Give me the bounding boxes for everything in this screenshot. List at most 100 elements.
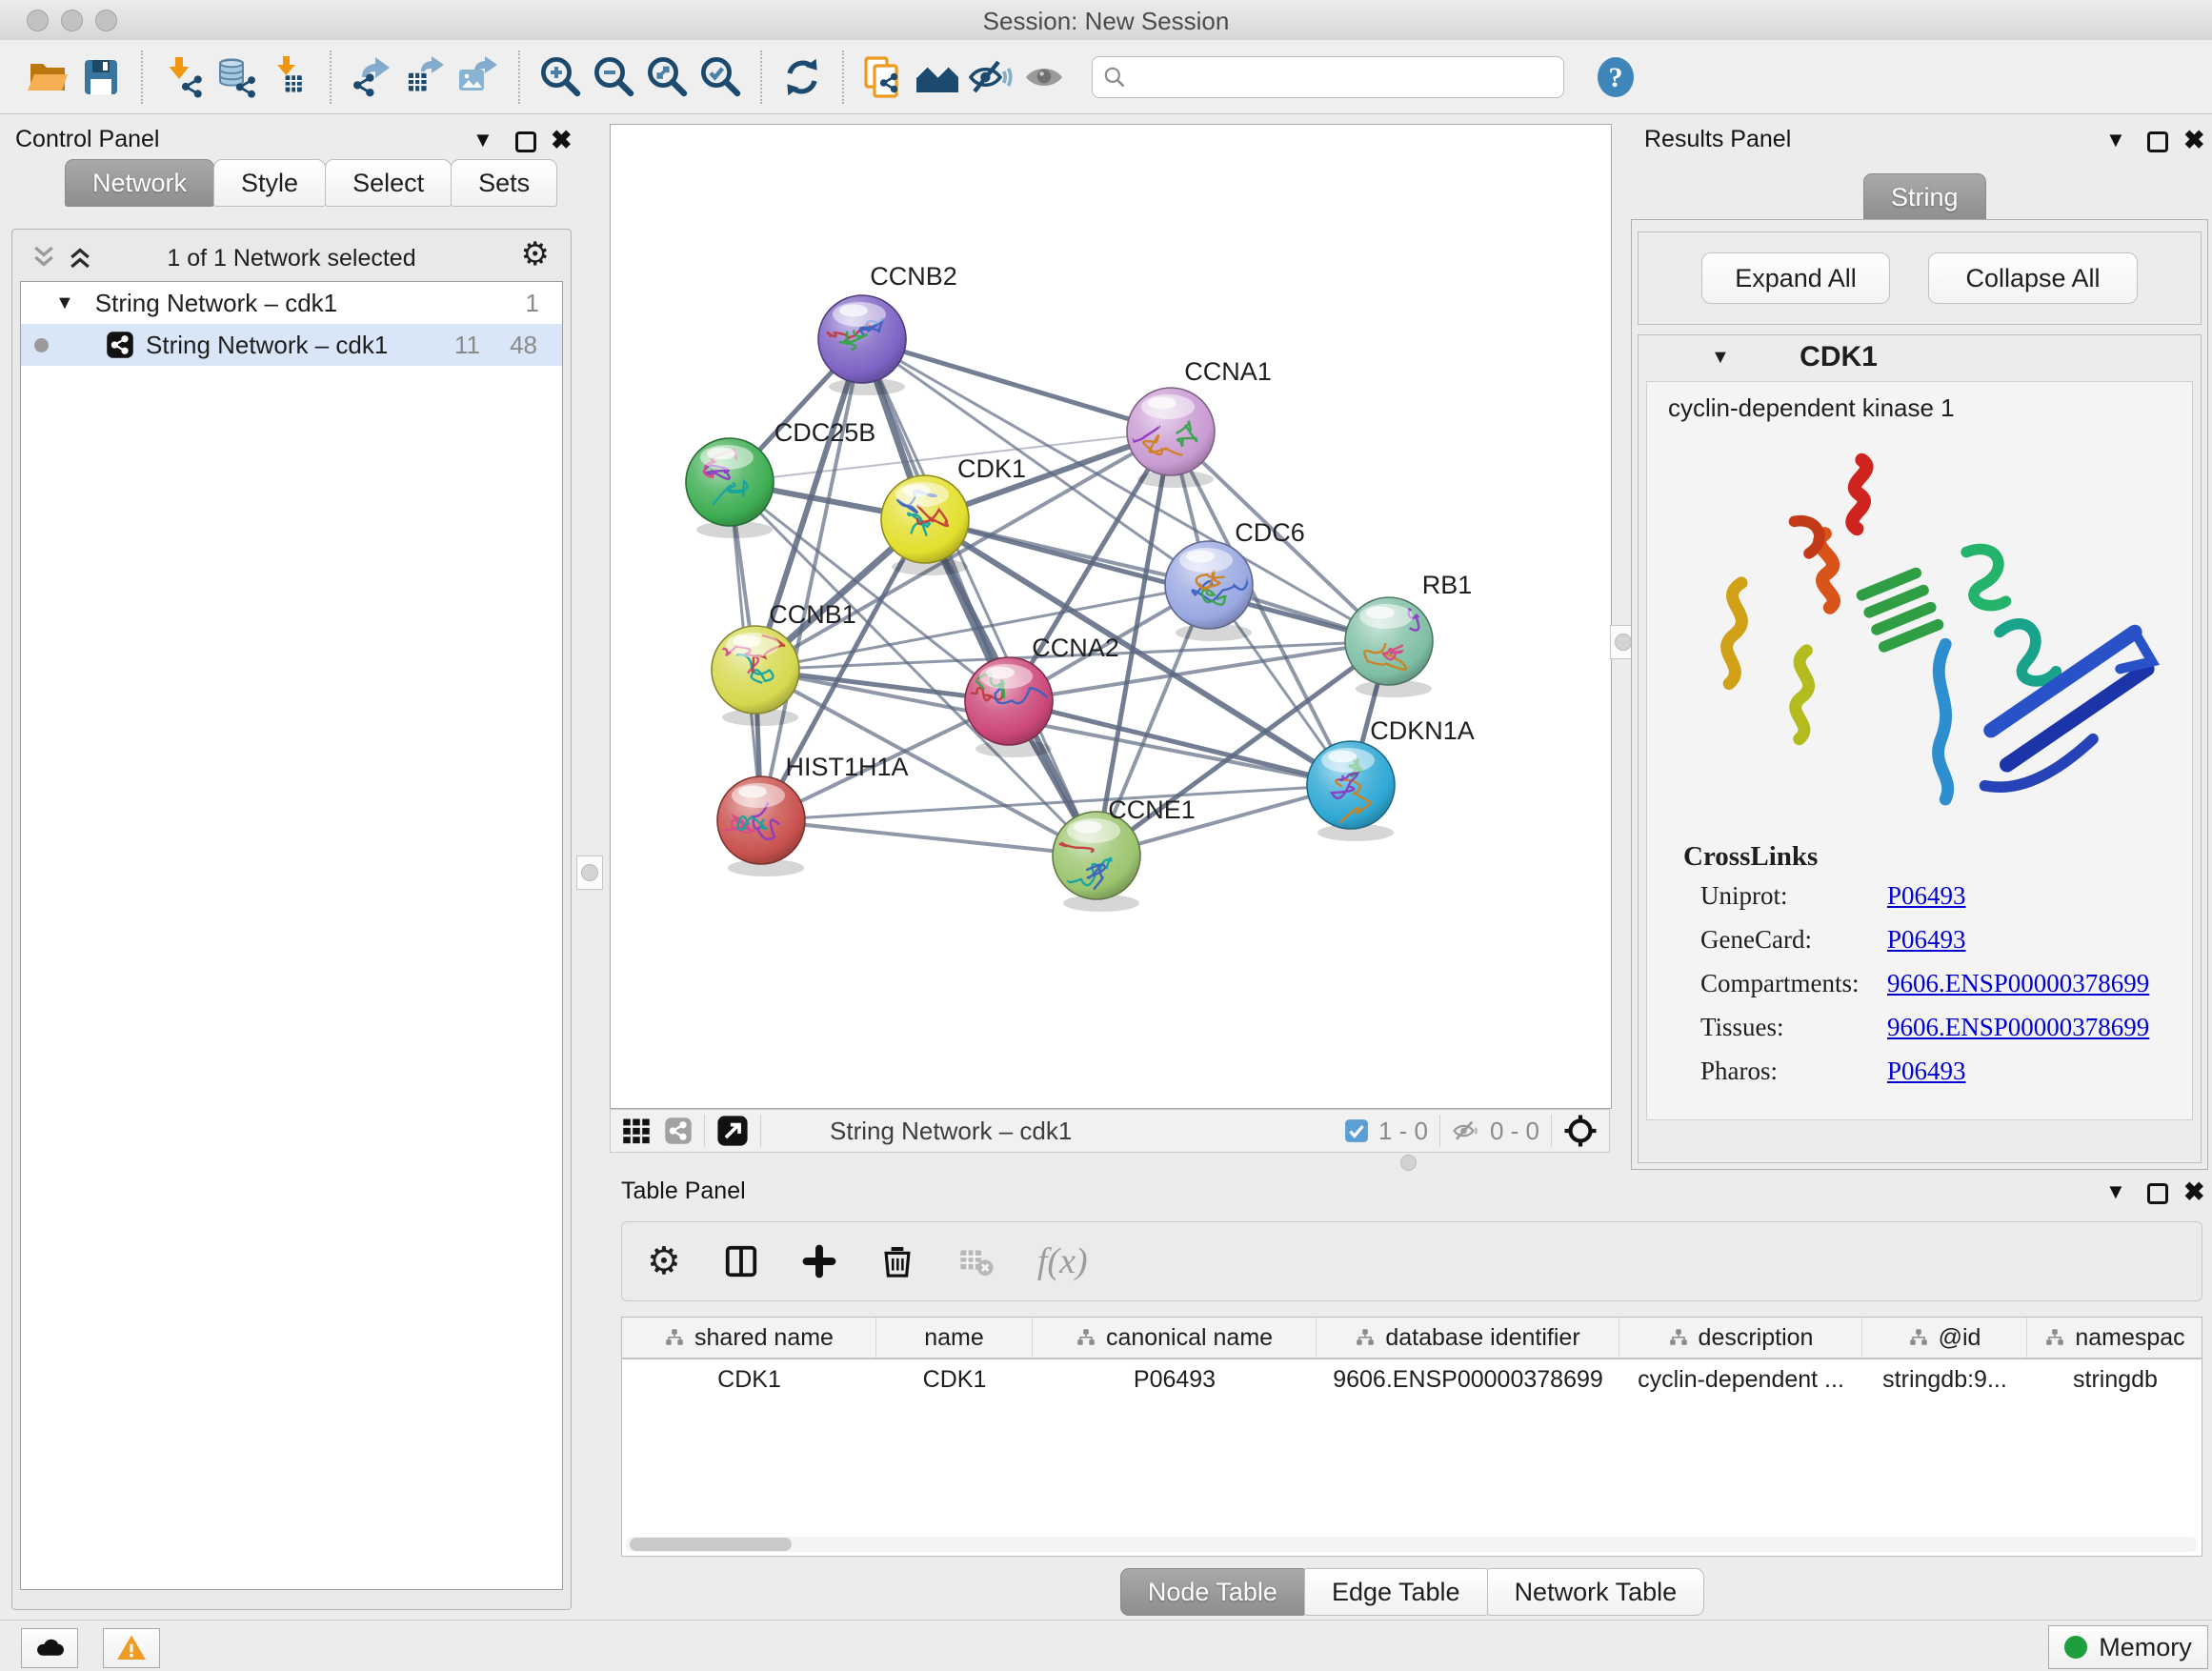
import-network-file-button[interactable] [156,49,210,106]
results-panel-close-icon[interactable]: ✖ [2183,130,2205,151]
left-splitter-handle[interactable] [576,856,603,890]
birdseye-view-icon[interactable] [716,1115,749,1147]
network-graph[interactable]: CCNB2CCNA1CDC25BCDK1CDC6RB1CCNB1CCNA2CDK… [611,125,1609,1106]
scrollbar-thumb[interactable] [630,1538,792,1551]
new-network-from-selection-button[interactable] [857,49,911,106]
table-cell[interactable]: stringdb [2027,1359,2202,1399]
show-all-button[interactable] [1017,49,1071,106]
column-header[interactable]: canonical name [1033,1318,1317,1358]
node-HIST1H1A[interactable] [717,776,805,876]
column-header[interactable]: shared name [622,1318,876,1358]
warning-status-button[interactable] [103,1628,160,1668]
zoom-selected-button[interactable] [694,49,747,106]
table-cell[interactable]: P06493 [1033,1359,1317,1399]
edge[interactable] [862,339,1171,432]
network-canvas[interactable]: CCNB2CCNA1CDC25BCDK1CDC6RB1CCNB1CCNA2CDK… [610,124,1612,1109]
add-column-icon[interactable] [801,1243,837,1279]
gene-expand-triangle-icon[interactable]: ▼ [1711,347,1730,369]
table-panel-float-icon[interactable] [2147,1183,2168,1204]
column-header[interactable]: name [876,1318,1033,1358]
table-options-gear-icon[interactable]: ⚙ [647,1239,681,1283]
tab-network[interactable]: Network [65,159,214,207]
node-label: CCNE1 [1108,795,1196,824]
save-session-button[interactable] [74,49,128,106]
node-CCNE1[interactable] [1021,812,1140,912]
network-collection-row[interactable]: ▼ String Network – cdk1 1 [21,282,562,324]
eye-slash-icon [968,54,1014,100]
selected-checkbox-icon[interactable] [1344,1118,1369,1143]
refresh-button[interactable] [775,49,829,106]
node-CCNA1[interactable] [1115,388,1215,488]
crosslink-link[interactable]: P06493 [1887,1057,1966,1086]
control-panel-close-icon[interactable]: ✖ [551,130,573,151]
node-CDC25B[interactable] [686,438,774,538]
show-columns-icon[interactable] [723,1243,759,1279]
zoom-out-button[interactable] [587,49,640,106]
control-panel-title: Control Panel [15,126,159,153]
node-CDKN1A[interactable] [1307,741,1395,841]
node-label: CDKN1A [1370,716,1475,745]
table-panel-close-icon[interactable]: ✖ [2183,1181,2205,1202]
crosshair-icon[interactable] [1563,1114,1598,1148]
table-horizontal-scrollbar[interactable] [626,1537,2198,1552]
delete-column-icon[interactable] [879,1243,915,1279]
memory-button[interactable]: Memory [2048,1625,2208,1669]
edge[interactable] [925,519,1389,641]
open-session-button[interactable] [21,49,74,106]
crosslink-label: Pharos: [1700,1057,1778,1086]
node-CCNB2[interactable] [818,295,906,395]
import-table-button[interactable] [263,49,316,106]
tab-style[interactable]: Style [213,159,326,207]
tab-node-table[interactable]: Node Table [1120,1568,1305,1616]
crosslink-link[interactable]: 9606.ENSP00000378699 [1887,1013,2149,1042]
crosslink-row: GeneCard:P06493 [1647,925,2192,969]
network-row-selected[interactable]: String Network – cdk1 11 48 [21,324,562,366]
zoom-in-button[interactable] [533,49,587,106]
network-options-gear-icon[interactable]: ⚙ [521,235,550,273]
edge[interactable] [761,820,1096,856]
zoom-fit-button[interactable] [640,49,694,106]
crosslink-link[interactable]: P06493 [1887,881,1966,911]
node-CDK1[interactable] [881,475,969,575]
control-panel-collapse-icon[interactable]: ▼ [473,128,493,152]
network-share-gray-icon[interactable] [664,1117,693,1145]
import-network-database-button[interactable] [210,49,263,106]
column-header[interactable]: @id [1862,1318,2027,1358]
tab-network-table[interactable]: Network Table [1487,1568,1705,1616]
results-panel-collapse-icon[interactable]: ▼ [2105,128,2126,152]
cloud-status-button[interactable] [21,1628,78,1668]
search-input[interactable] [1127,63,1554,91]
help-button[interactable]: ? [1589,49,1642,106]
grid-view-icon[interactable] [622,1117,651,1145]
tab-string[interactable]: String [1863,173,1986,221]
table-cell[interactable]: CDK1 [876,1359,1033,1399]
column-header[interactable]: description [1619,1318,1862,1358]
table-cell[interactable]: stringdb:9... [1862,1359,2027,1399]
node-RB1[interactable] [1345,594,1433,697]
crosslink-link[interactable]: 9606.ENSP00000378699 [1887,969,2149,998]
table-cell[interactable]: 9606.ENSP00000378699 [1317,1359,1619,1399]
export-table-button[interactable] [398,49,452,106]
table-cell[interactable]: cyclin-dependent ... [1619,1359,1862,1399]
control-panel-float-icon[interactable] [515,131,536,152]
results-panel-float-icon[interactable] [2147,131,2168,152]
zoom-in-icon [537,54,583,100]
first-neighbors-button[interactable] [911,49,964,106]
crosslink-link[interactable]: P06493 [1887,925,1966,955]
tab-select[interactable]: Select [325,159,452,207]
horizontal-splitter-dot[interactable] [1400,1155,1417,1171]
edge[interactable] [761,339,862,820]
column-header[interactable]: namespac [2027,1318,2202,1358]
collection-expand-triangle-icon[interactable]: ▼ [55,292,74,314]
collapse-all-button[interactable]: Collapse All [1928,252,2138,304]
column-header[interactable]: database identifier [1317,1318,1619,1358]
table-panel-collapse-icon[interactable]: ▼ [2105,1179,2126,1204]
tab-sets[interactable]: Sets [451,159,557,207]
export-image-button[interactable] [452,49,505,106]
hide-selected-button[interactable] [964,49,1017,106]
table-row[interactable]: CDK1CDK1P064939606.ENSP00000378699cyclin… [622,1359,2202,1399]
export-network-button[interactable] [345,49,398,106]
table-cell[interactable]: CDK1 [622,1359,876,1399]
tab-edge-table[interactable]: Edge Table [1304,1568,1488,1616]
expand-all-button[interactable]: Expand All [1701,252,1890,304]
